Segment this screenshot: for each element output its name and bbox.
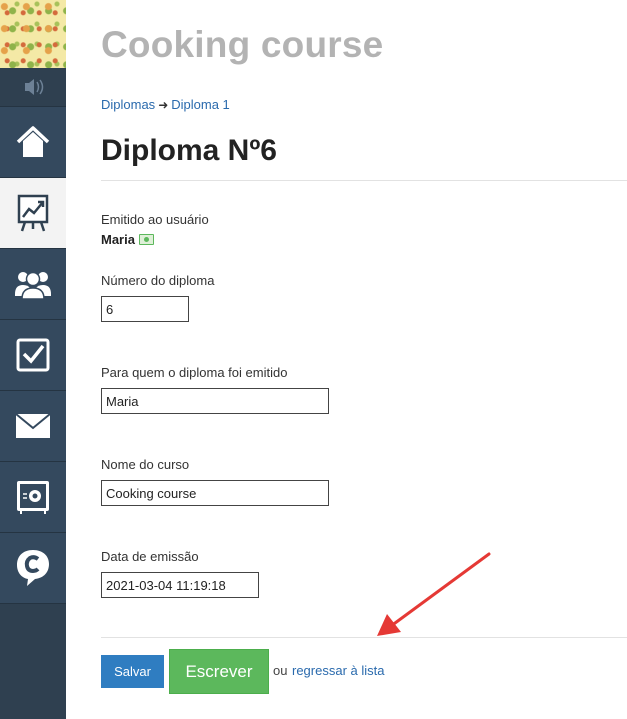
speaker-icon bbox=[25, 79, 44, 95]
course-name-label: Nome do curso bbox=[101, 457, 190, 472]
course-title: Cooking course bbox=[101, 24, 384, 65]
users-icon bbox=[15, 271, 51, 300]
annotation-arrow-icon bbox=[377, 552, 491, 636]
issued-user: Maria bbox=[101, 232, 154, 247]
sidebar-item-chat[interactable] bbox=[0, 533, 66, 604]
issued-user-name: Maria bbox=[101, 232, 135, 247]
breadcrumb-current-link[interactable]: Diploma 1 bbox=[171, 97, 230, 112]
money-icon bbox=[138, 234, 154, 245]
write-button[interactable]: Escrever bbox=[169, 649, 269, 694]
issue-date-input[interactable] bbox=[101, 572, 259, 598]
save-button[interactable]: Salvar bbox=[101, 655, 164, 688]
title-divider bbox=[101, 180, 627, 181]
sidebar-item-diplomas[interactable] bbox=[0, 178, 66, 249]
breadcrumb-arrow-icon: ➜ bbox=[158, 98, 169, 112]
checkbox-icon bbox=[16, 338, 50, 372]
sidebar bbox=[0, 0, 66, 719]
chat-c-icon bbox=[17, 550, 49, 586]
back-to-list-link[interactable]: regressar à lista bbox=[292, 663, 384, 678]
home-icon bbox=[16, 126, 50, 157]
sound-toggle[interactable] bbox=[0, 68, 66, 107]
brand-logo[interactable] bbox=[0, 0, 66, 68]
sidebar-item-tasks[interactable] bbox=[0, 320, 66, 391]
issue-date-label: Data de emissão bbox=[101, 549, 199, 564]
diploma-number-input[interactable] bbox=[101, 296, 189, 322]
course-name-input[interactable] bbox=[101, 480, 329, 506]
sidebar-item-home[interactable] bbox=[0, 107, 66, 178]
number-label: Número do diploma bbox=[101, 273, 215, 288]
issued-label: Emitido ao usuário bbox=[101, 212, 209, 227]
recipient-label: Para quem o diploma foi emitido bbox=[101, 365, 288, 380]
sidebar-item-mail[interactable] bbox=[0, 391, 66, 462]
safe-icon bbox=[17, 481, 49, 514]
chart-board-icon bbox=[17, 194, 49, 232]
breadcrumb: Diplomas ➜ Diploma 1 bbox=[101, 97, 230, 112]
or-text: ou bbox=[273, 663, 288, 678]
sidebar-item-users[interactable] bbox=[0, 249, 66, 320]
page-title: Diploma Nº6 bbox=[101, 134, 277, 167]
breadcrumb-diplomas-link[interactable]: Diplomas bbox=[101, 97, 155, 112]
recipient-input[interactable] bbox=[101, 388, 329, 414]
sidebar-item-safe[interactable] bbox=[0, 462, 66, 533]
mail-icon bbox=[15, 413, 51, 438]
